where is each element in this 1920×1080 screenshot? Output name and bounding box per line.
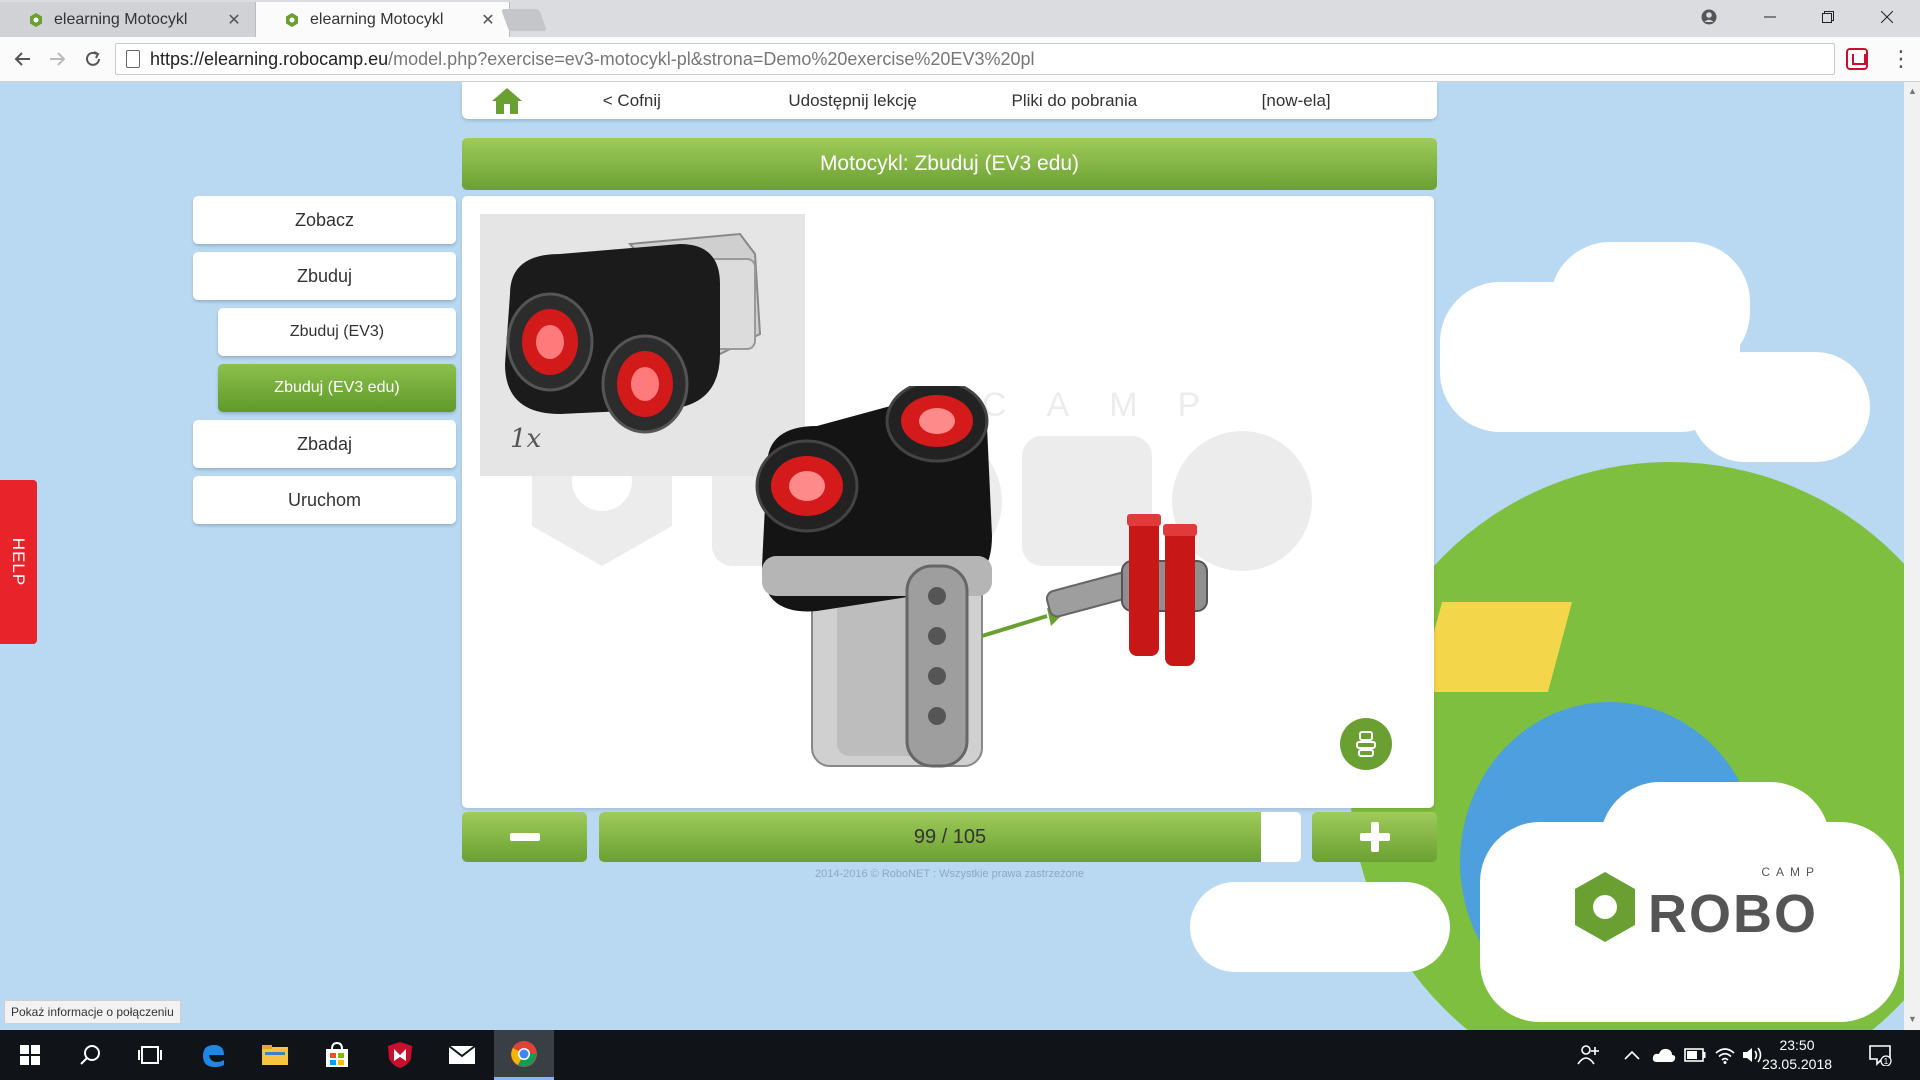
reload-icon[interactable]: [78, 44, 108, 74]
home-icon: [491, 87, 522, 114]
previous-step-button[interactable]: [462, 812, 587, 862]
robocamp-favicon-icon: [286, 12, 298, 27]
back-arrow-icon[interactable]: [8, 44, 38, 74]
taskbar-clock[interactable]: 23:50 23.05.2018: [1756, 1036, 1838, 1074]
browser-menu-icon[interactable]: ⋮: [1890, 46, 1912, 74]
browser-toolbar: https://elearning.robocamp.eu/model.php?…: [0, 37, 1920, 82]
close-window-icon[interactable]: [1858, 0, 1916, 34]
close-tab-icon[interactable]: ✕: [225, 10, 243, 30]
side-item-zbuduj-ev3-edu[interactable]: Zbuduj (EV3 edu): [218, 364, 456, 412]
task-view-icon[interactable]: [120, 1030, 180, 1080]
address-bar[interactable]: https://elearning.robocamp.eu/model.php?…: [115, 43, 1835, 75]
step-counter: 99 / 105: [913, 825, 987, 848]
url-path: /model.php?exercise=ev3-motocykl-pl&stro…: [388, 48, 1035, 69]
chrome-icon[interactable]: [494, 1030, 554, 1080]
assembly-step-illustration: [755, 386, 1208, 768]
pieces-icon: [1356, 731, 1376, 757]
close-tab-icon[interactable]: ✕: [479, 10, 497, 30]
plus-icon: [1359, 822, 1390, 852]
back-link[interactable]: < Cofnij: [552, 91, 712, 111]
help-tab[interactable]: HELP: [0, 480, 37, 644]
instructions-toggle-button[interactable]: [1340, 718, 1392, 770]
profile-icon[interactable]: [1680, 0, 1738, 34]
page-viewport: < Cofnij Udostępnij lekcję Pliki do pobr…: [0, 82, 1904, 1030]
page-scrollbar[interactable]: ▲ ▼: [1904, 82, 1920, 1030]
logo-robo-text: ROBO: [1648, 884, 1818, 944]
people-icon[interactable]: [1576, 1030, 1600, 1080]
browser-tab-active[interactable]: elearning Motocykl ✕: [255, 2, 510, 37]
help-label: HELP: [9, 537, 29, 587]
tab-title: elearning Motocykl: [54, 10, 188, 28]
cloud-illustration: [1190, 882, 1450, 972]
step-pager: 99 / 105: [462, 812, 1437, 864]
url-host: https://elearning.robocamp.eu: [150, 48, 389, 69]
lesson-top-nav: < Cofnij Udostępnij lekcję Pliki do pobr…: [462, 82, 1437, 119]
forward-arrow-icon[interactable]: [42, 44, 72, 74]
scroll-up-icon[interactable]: ▲: [1908, 86, 1917, 96]
logo-camp-text: CAMP: [1761, 865, 1820, 879]
cloud-illustration: [1690, 352, 1870, 462]
scroll-down-icon[interactable]: ▼: [1908, 1014, 1917, 1024]
downloads-link[interactable]: Pliki do pobrania: [993, 91, 1155, 111]
browser-tab[interactable]: elearning Motocykl ✕: [0, 2, 255, 37]
mcafee-icon[interactable]: [370, 1030, 430, 1080]
file-explorer-icon[interactable]: [245, 1030, 305, 1080]
onedrive-icon[interactable]: [1652, 1030, 1676, 1080]
action-center-icon[interactable]: 1: [1868, 1030, 1892, 1080]
page-info-icon[interactable]: [126, 50, 140, 68]
part-quantity: 1x: [510, 424, 542, 454]
store-icon[interactable]: [307, 1030, 367, 1080]
clock-date: 23.05.2018: [1761, 1056, 1833, 1072]
copyright-footer: 2014-2016 © RoboNET : Wszystkie prawa za…: [815, 868, 1084, 880]
wifi-icon[interactable]: [1714, 1030, 1736, 1080]
field-illustration: [1417, 602, 1573, 692]
home-button[interactable]: [462, 82, 552, 119]
step-progress-bar: 99 / 105: [599, 812, 1301, 862]
search-icon[interactable]: [60, 1030, 120, 1080]
robocamp-logo: CAMP ROBO: [1575, 865, 1820, 944]
new-tab-button[interactable]: [500, 9, 548, 31]
edge-browser-icon[interactable]: [183, 1030, 243, 1080]
cloud-illustration: [1550, 242, 1750, 372]
show-hidden-icons-icon[interactable]: [1624, 1030, 1640, 1080]
minimize-icon[interactable]: [1741, 0, 1799, 34]
share-lesson-link[interactable]: Udostępnij lekcję: [712, 91, 994, 111]
side-item-uruchom[interactable]: Uruchom: [193, 476, 456, 524]
user-link[interactable]: [now-ela]: [1155, 91, 1437, 111]
robocamp-favicon-icon: [30, 12, 42, 27]
svg-text:1: 1: [1884, 1057, 1889, 1066]
tab-title: elearning Motocykl: [310, 10, 444, 28]
side-item-zbadaj[interactable]: Zbadaj: [193, 420, 456, 468]
connection-info-tooltip: Pokaż informacje o połączeniu: [4, 1000, 181, 1024]
restore-icon[interactable]: [1799, 0, 1857, 34]
next-step-button[interactable]: [1312, 812, 1437, 862]
lesson-title: Motocykl: Zbuduj (EV3 edu): [462, 138, 1437, 190]
battery-icon[interactable]: [1684, 1030, 1706, 1080]
windows-taskbar: 23:50 23.05.2018 1: [0, 1030, 1920, 1080]
side-item-zbuduj[interactable]: Zbuduj: [193, 252, 456, 300]
build-instruction-stage: CAMP 1x: [462, 196, 1434, 808]
mail-icon[interactable]: [432, 1030, 492, 1080]
minus-icon: [509, 833, 540, 841]
side-item-zbuduj-ev3[interactable]: Zbuduj (EV3): [218, 308, 456, 356]
clock-time: 23:50: [1779, 1037, 1815, 1053]
extension-icon[interactable]: [1846, 48, 1868, 70]
start-menu-icon[interactable]: [0, 1030, 60, 1080]
browser-tab-bar: elearning Motocykl ✕ elearning Motocykl …: [0, 0, 1920, 37]
side-item-zobacz[interactable]: Zobacz: [193, 196, 456, 244]
